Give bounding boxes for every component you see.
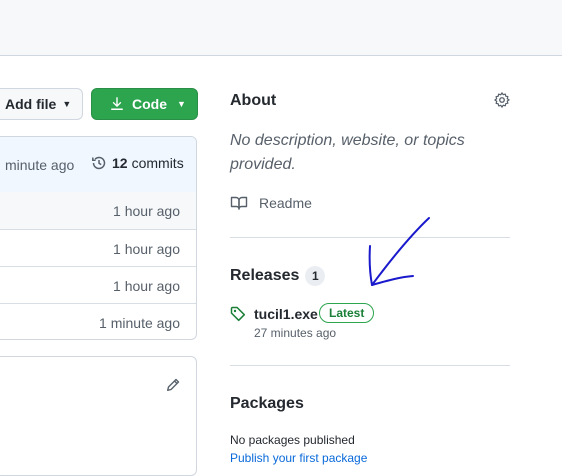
tag-icon <box>230 306 246 322</box>
latest-badge: Latest <box>319 303 375 323</box>
caret-down-icon: ▼ <box>62 99 72 109</box>
file-list: minute ago 12 commits 1 hour ago 1 hour … <box>0 136 197 340</box>
table-row[interactable]: 1 hour ago <box>0 192 196 229</box>
releases-count-badge: 1 <box>305 266 326 286</box>
row-commit-time: 1 hour ago <box>113 203 180 219</box>
table-row[interactable]: 1 hour ago <box>0 266 196 304</box>
latest-commit-bar: minute ago 12 commits <box>0 137 196 193</box>
latest-commit-time: minute ago <box>5 157 75 173</box>
add-file-label: Add file <box>5 96 57 112</box>
releases-title: Releases <box>230 267 300 284</box>
packages-heading[interactable]: Packages <box>230 395 304 413</box>
table-row[interactable]: 1 hour ago <box>0 229 196 267</box>
releases-heading[interactable]: Releases 1 <box>230 266 326 286</box>
packages-empty-text: No packages published <box>230 433 355 447</box>
history-icon <box>92 156 106 170</box>
repo-header-band <box>0 0 562 56</box>
gear-icon[interactable] <box>493 91 511 109</box>
readme-label: Readme <box>259 195 312 211</box>
about-description: No description, website, or topics provi… <box>230 132 465 173</box>
row-commit-time: 1 hour ago <box>113 241 180 257</box>
about-heading: About <box>230 92 277 109</box>
commits-link[interactable]: 12 commits <box>91 155 184 171</box>
code-button[interactable]: Code ▼ <box>91 88 198 120</box>
readme-panel <box>0 356 197 476</box>
divider <box>230 365 510 366</box>
download-icon <box>111 97 123 110</box>
row-commit-time: 1 minute ago <box>99 315 180 331</box>
book-icon <box>230 196 248 210</box>
caret-down-icon: ▼ <box>177 99 186 109</box>
readme-link[interactable]: Readme <box>230 195 312 211</box>
pencil-icon[interactable] <box>165 377 181 393</box>
table-row[interactable]: 1 minute ago <box>0 303 196 339</box>
release-link[interactable]: tucil1.exe <box>254 306 318 322</box>
divider <box>230 237 510 238</box>
commits-label: commits <box>131 155 184 171</box>
row-commit-time: 1 hour ago <box>113 278 180 294</box>
publish-package-link[interactable]: Publish your first package <box>230 451 367 465</box>
release-time: 27 minutes ago <box>254 326 337 340</box>
code-label: Code <box>132 96 167 112</box>
commits-count: 12 <box>112 155 128 171</box>
add-file-button[interactable]: Add file ▼ <box>0 88 83 120</box>
